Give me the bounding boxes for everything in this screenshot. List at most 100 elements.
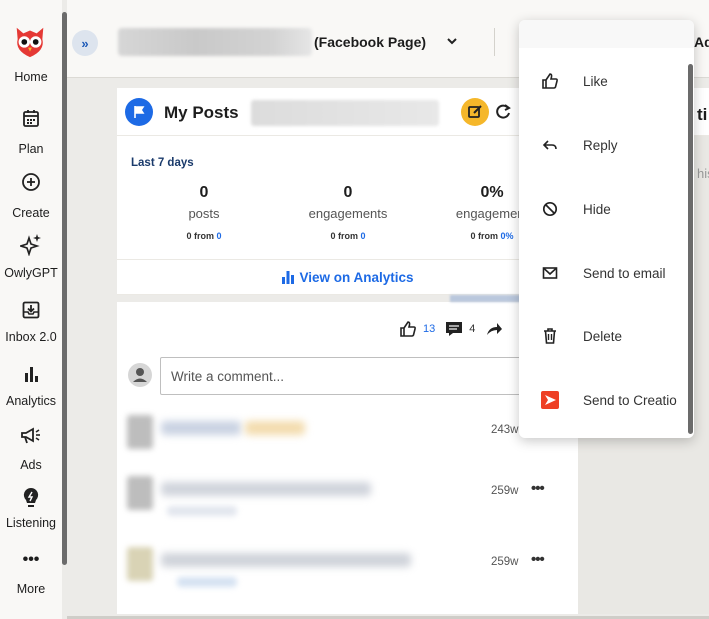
nav-item-home[interactable]: Home xyxy=(0,70,62,84)
menu-item-send-to-creatio[interactable]: Send to Creatio xyxy=(519,380,689,420)
hide-circle-icon xyxy=(541,200,559,218)
nav-label-plan: Plan xyxy=(18,142,44,156)
calendar-icon xyxy=(23,110,39,127)
trash-icon xyxy=(541,327,559,345)
envelope-icon xyxy=(541,264,559,282)
nav-item-plan[interactable]: Plan xyxy=(0,106,62,156)
thumbs-up-icon xyxy=(541,72,559,90)
compose-icon[interactable] xyxy=(461,98,489,126)
comment-avatar-blurred xyxy=(127,547,153,581)
nav-label-inbox: Inbox 2.0 xyxy=(5,330,57,344)
comment-text-blurred xyxy=(245,421,305,435)
view-analytics-link[interactable]: View on Analytics xyxy=(117,259,578,295)
chevron-down-icon[interactable] xyxy=(444,33,460,49)
more-dots-icon[interactable]: ••• xyxy=(531,551,545,568)
comment-icon[interactable] xyxy=(445,321,463,337)
comment-avatar-blurred xyxy=(127,476,153,510)
nav-label-owlygpt: OwlyGPT xyxy=(4,266,58,280)
thumbs-up-icon[interactable] xyxy=(399,320,417,338)
comment-item: 259w ••• xyxy=(117,547,578,587)
menu-item-like[interactable]: Like xyxy=(519,61,689,101)
menu-scrollbar[interactable] xyxy=(688,64,693,434)
nav-item-listening[interactable]: Listening xyxy=(0,486,62,530)
nav-item-more[interactable]: ••• More xyxy=(0,551,62,597)
expand-sidebar-button[interactable]: » xyxy=(72,30,98,56)
flag-icon xyxy=(125,98,153,126)
stat-engagements: 0 engagements 0 from 0 xyxy=(283,184,413,241)
analytics-icon xyxy=(282,271,295,284)
nav-item-analytics[interactable]: Analytics xyxy=(0,362,62,408)
refresh-icon[interactable] xyxy=(493,102,513,122)
menu-item-reply[interactable]: Reply xyxy=(519,125,689,165)
stat-name: engagements xyxy=(308,206,388,221)
right-stream-title: ti xyxy=(697,105,708,124)
inbox-icon xyxy=(22,301,40,319)
topbar-right-label[interactable]: Ad xyxy=(694,34,709,50)
comment-item: 243w xyxy=(117,415,578,455)
nav-item-create[interactable]: Create xyxy=(0,170,62,220)
comment-time: 243w xyxy=(491,424,519,436)
nav-label-home: Home xyxy=(14,70,48,84)
menu-item-label: Hide xyxy=(583,201,611,217)
comment-author-blurred xyxy=(161,421,241,435)
menu-item-label: Like xyxy=(583,73,608,89)
lightbulb-icon xyxy=(23,487,39,507)
right-stream-text: his xyxy=(697,166,709,181)
menu-header xyxy=(519,20,694,48)
comment-input[interactable] xyxy=(160,357,578,395)
creatio-logo-icon xyxy=(541,391,559,409)
stats-summary: Last 7 days 0 posts 0 from 0 0 engagemen… xyxy=(117,137,578,259)
menu-item-label: Delete xyxy=(583,328,623,344)
sparkle-icon xyxy=(20,234,41,256)
nav-item-ads[interactable]: Ads xyxy=(0,424,62,472)
nav-label-analytics: Analytics xyxy=(5,394,57,408)
menu-item-label: Send to email xyxy=(583,265,666,281)
stream-header: My Posts xyxy=(117,88,578,136)
stat-name: posts xyxy=(188,206,220,221)
owl-logo[interactable] xyxy=(11,22,49,60)
left-navigation: Home Plan Create OwlyGPT Inbox 2.0 Analy… xyxy=(0,0,62,619)
more-dots-icon[interactable]: ••• xyxy=(531,480,545,497)
comment-text-blurred xyxy=(161,553,411,567)
nav-label-create: Create xyxy=(12,206,50,220)
more-dots-icon: ••• xyxy=(22,551,40,568)
menu-item-label: Send to Creatio xyxy=(583,392,677,408)
bar-chart-icon xyxy=(25,367,38,382)
comment-meta-blurred xyxy=(167,506,237,516)
share-icon[interactable] xyxy=(485,321,503,337)
comment-avatar-blurred xyxy=(127,415,153,449)
avatar xyxy=(128,363,152,387)
comment-time: 259w xyxy=(491,556,519,568)
stat-from: 0 from 0 xyxy=(186,231,222,241)
stat-value: 0 xyxy=(199,184,209,201)
likes-count: 13 xyxy=(423,323,436,335)
topbar-divider xyxy=(494,28,495,56)
menu-item-label: Reply xyxy=(583,137,618,153)
plus-circle-icon xyxy=(22,173,40,191)
stream-account-blurred xyxy=(251,100,439,126)
menu-item-send-to-email[interactable]: Send to email xyxy=(519,253,689,293)
menu-item-delete[interactable]: Delete xyxy=(519,316,689,356)
stat-from: 0 from 0 xyxy=(330,231,366,241)
megaphone-icon xyxy=(21,427,40,444)
nav-scrollbar[interactable] xyxy=(62,12,67,565)
nav-item-owlygpt[interactable]: OwlyGPT xyxy=(0,232,62,280)
comments-count: 4 xyxy=(469,323,476,335)
nav-label-ads: Ads xyxy=(20,458,42,472)
comment-actions-menu: Like Reply Hide Send to email Delete Sen… xyxy=(519,20,694,438)
my-posts-stream: My Posts Last 7 days 0 posts 0 from 0 0 … xyxy=(117,88,578,614)
account-type-label[interactable]: (Facebook Page) xyxy=(314,34,426,50)
comment-time: 259w xyxy=(491,485,519,497)
menu-item-hide[interactable]: Hide xyxy=(519,189,689,229)
comment-text-blurred xyxy=(161,482,371,496)
post-actions: 13 4 xyxy=(399,319,503,339)
stat-value: 0 xyxy=(343,184,353,201)
comment-item: 259w ••• xyxy=(117,476,578,516)
view-analytics-label: View on Analytics xyxy=(299,269,414,285)
stats-period: Last 7 days xyxy=(131,157,194,169)
nav-item-inbox[interactable]: Inbox 2.0 xyxy=(0,298,62,344)
stat-posts: 0 posts 0 from 0 xyxy=(139,184,269,241)
stream-title: My Posts xyxy=(164,103,239,122)
comment-meta-blurred xyxy=(177,577,237,587)
account-name-blurred[interactable] xyxy=(118,28,312,56)
